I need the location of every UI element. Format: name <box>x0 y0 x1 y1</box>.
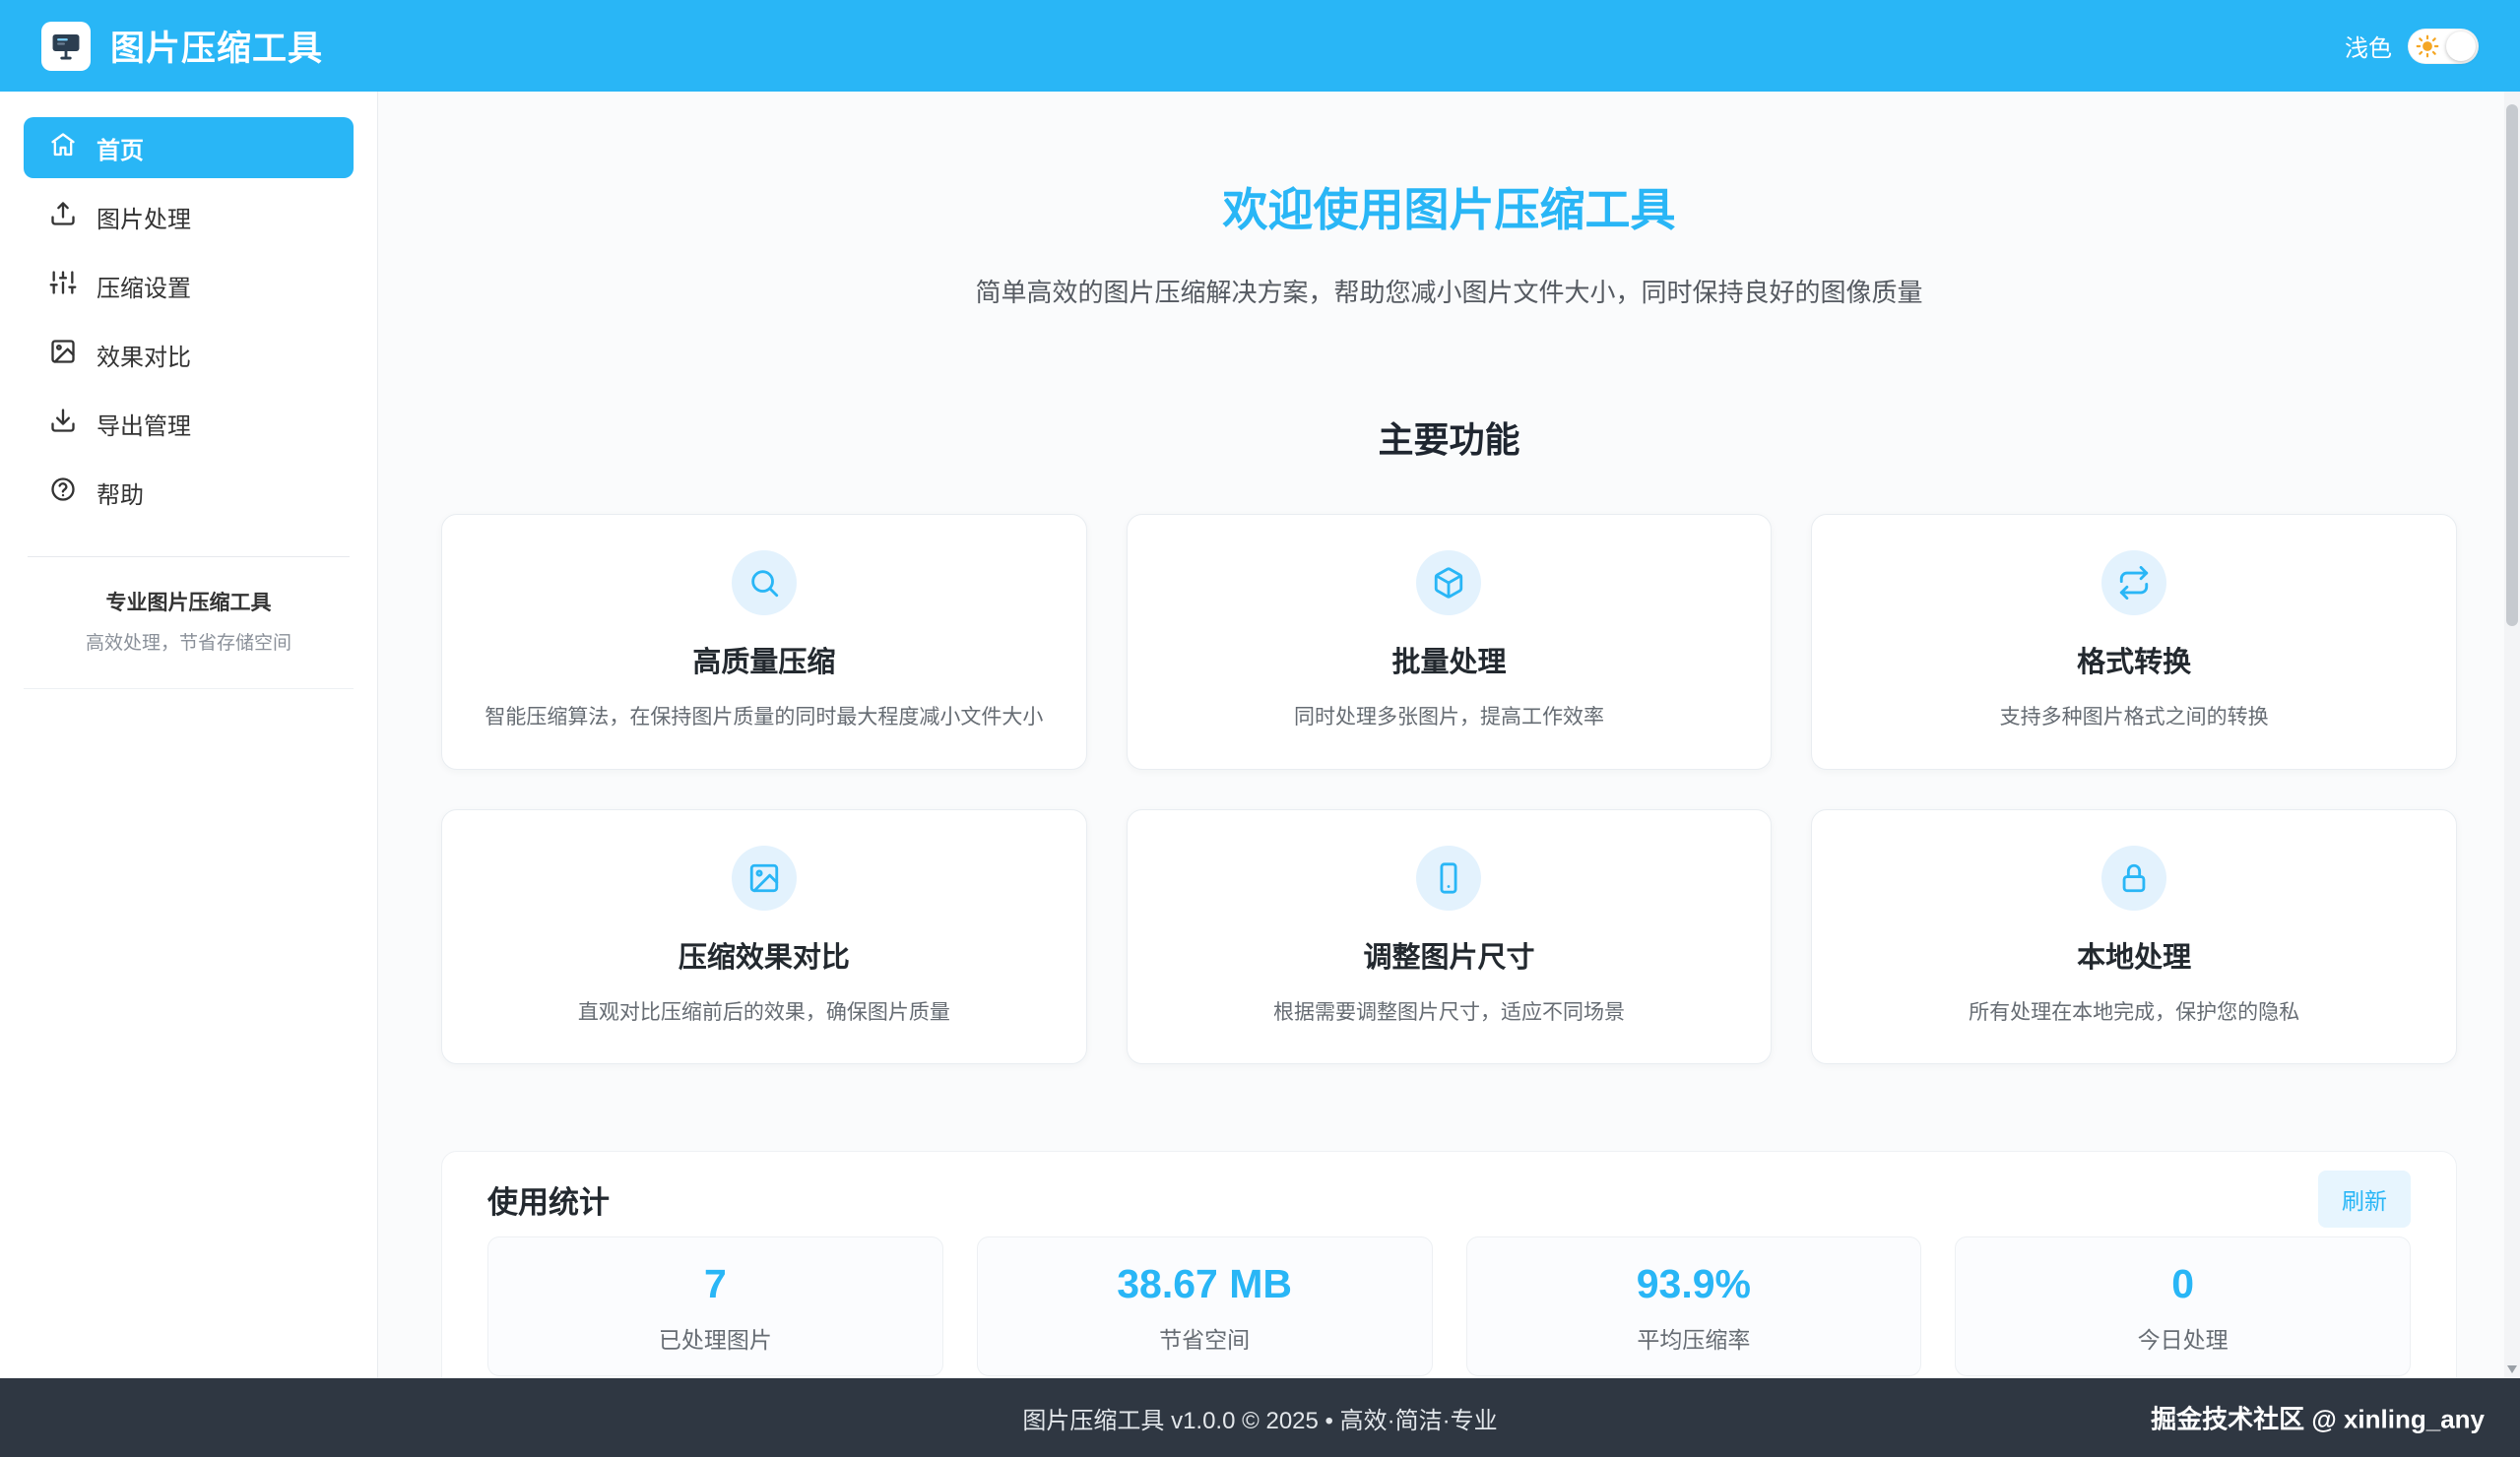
home-icon <box>49 131 77 165</box>
scrollbar-thumb[interactable] <box>2506 104 2518 626</box>
stats-header: 使用统计 刷新 <box>487 1175 2411 1223</box>
feature-title: 本地处理 <box>1845 934 2423 976</box>
sidebar-nav: 首页 图片处理 压缩设置 <box>24 117 354 523</box>
feature-card-batch: 批量处理 同时处理多张图片，提高工作效率 <box>1127 514 1773 770</box>
sidebar-item-label: 压缩设置 <box>97 269 191 303</box>
feature-card-high-quality: 高质量压缩 智能压缩算法，在保持图片质量的同时最大程度减小文件大小 <box>441 514 1087 770</box>
feature-desc: 所有处理在本地完成，保护您的隐私 <box>1845 997 2423 1029</box>
box-icon <box>1416 550 1481 615</box>
stat-value: 0 <box>1966 1261 2400 1307</box>
feature-desc: 同时处理多张图片，提高工作效率 <box>1161 702 1738 733</box>
download-icon <box>49 407 77 441</box>
sidebar-item-export-manage[interactable]: 导出管理 <box>24 393 354 454</box>
stats-grid: 7 已处理图片 38.67 MB 节省空间 93.9% 平均压缩率 0 今日处理 <box>487 1236 2411 1376</box>
header: 图片压缩工具 浅色 <box>0 0 2520 92</box>
refresh-button[interactable]: 刷新 <box>2318 1171 2411 1228</box>
image-icon <box>732 846 797 911</box>
sidebar-item-image-processing[interactable]: 图片处理 <box>24 186 354 247</box>
sidebar-info-subtitle: 高效处理，节省存储空间 <box>32 628 346 655</box>
feature-card-resize: 调整图片尺寸 根据需要调整图片尺寸，适应不同场景 <box>1127 809 1773 1065</box>
welcome-subtitle: 简单高效的图片压缩解决方案，帮助您减小图片文件大小，同时保持良好的图像质量 <box>441 273 2457 309</box>
footer-text: 图片压缩工具 v1.0.0 © 2025 • 高效·简洁·专业 <box>1022 1401 1497 1435</box>
sidebar-item-label: 导出管理 <box>97 407 191 441</box>
scrollbar-track[interactable] <box>2504 92 2520 1378</box>
stat-value: 93.9% <box>1477 1261 1911 1307</box>
stat-card-saved-space: 38.67 MB 节省空间 <box>977 1236 1433 1376</box>
main-content: 欢迎使用图片压缩工具 简单高效的图片压缩解决方案，帮助您减小图片文件大小，同时保… <box>378 92 2520 1378</box>
phone-icon <box>1416 846 1481 911</box>
sidebar-item-compression-settings[interactable]: 压缩设置 <box>24 255 354 316</box>
sun-icon <box>2415 33 2440 59</box>
lock-icon <box>2101 846 2166 911</box>
feature-desc: 支持多种图片格式之间的转换 <box>1845 702 2423 733</box>
stat-value: 7 <box>498 1261 933 1307</box>
stat-label: 节省空间 <box>988 1321 1422 1355</box>
stat-value: 38.67 MB <box>988 1261 1422 1307</box>
sidebar-item-effect-compare[interactable]: 效果对比 <box>24 324 354 385</box>
features-title: 主要功能 <box>441 412 2457 463</box>
body-row: 首页 图片处理 压缩设置 <box>0 92 2520 1378</box>
monitor-icon <box>41 22 91 71</box>
stat-card-processed: 7 已处理图片 <box>487 1236 943 1376</box>
footer-credit: 掘金技术社区 @ xinling_any <box>2151 1400 2485 1436</box>
search-icon <box>732 550 797 615</box>
scroll-down-arrow-icon[interactable] <box>2507 1365 2517 1373</box>
theme-label: 浅色 <box>2345 29 2392 63</box>
header-right: 浅色 <box>2345 29 2479 64</box>
feature-title: 调整图片尺寸 <box>1161 934 1738 976</box>
sidebar-item-label: 首页 <box>97 131 144 165</box>
stats-panel: 使用统计 刷新 7 已处理图片 38.67 MB 节省空间 93.9% 平均压缩… <box>441 1151 2457 1378</box>
stat-card-today: 0 今日处理 <box>1955 1236 2411 1376</box>
feature-title: 格式转换 <box>1845 639 2423 680</box>
feature-title: 高质量压缩 <box>476 639 1053 680</box>
sidebar-item-label: 图片处理 <box>97 200 191 234</box>
stat-card-avg-ratio: 93.9% 平均压缩率 <box>1466 1236 1922 1376</box>
feature-card-compare: 压缩效果对比 直观对比压缩前后的效果，确保图片质量 <box>441 809 1087 1065</box>
feature-card-local: 本地处理 所有处理在本地完成，保护您的隐私 <box>1811 809 2457 1065</box>
brand: 图片压缩工具 <box>41 21 323 71</box>
toggle-knob <box>2446 32 2476 61</box>
sidebar-item-home[interactable]: 首页 <box>24 117 354 178</box>
feature-title: 批量处理 <box>1161 639 1738 680</box>
stat-label: 平均压缩率 <box>1477 1321 1911 1355</box>
image-compare-icon <box>49 338 77 372</box>
app-title: 图片压缩工具 <box>110 21 323 71</box>
feature-title: 压缩效果对比 <box>476 934 1053 976</box>
stats-title: 使用统计 <box>487 1177 610 1222</box>
help-icon <box>49 475 77 510</box>
convert-icon <box>2101 550 2166 615</box>
feature-desc: 智能压缩算法，在保持图片质量的同时最大程度减小文件大小 <box>476 702 1053 733</box>
feature-desc: 根据需要调整图片尺寸，适应不同场景 <box>1161 997 1738 1029</box>
sidebar: 首页 图片处理 压缩设置 <box>0 92 378 1378</box>
sidebar-divider <box>28 556 350 557</box>
theme-toggle[interactable] <box>2408 29 2479 64</box>
stat-label: 今日处理 <box>1966 1321 2400 1355</box>
sliders-icon <box>49 269 77 303</box>
sidebar-item-help[interactable]: 帮助 <box>24 462 354 523</box>
stat-label: 已处理图片 <box>498 1321 933 1355</box>
features-grid: 高质量压缩 智能压缩算法，在保持图片质量的同时最大程度减小文件大小 批量处理 同… <box>441 514 2457 1064</box>
sidebar-info-title: 专业图片压缩工具 <box>32 587 346 616</box>
feature-desc: 直观对比压缩前后的效果，确保图片质量 <box>476 997 1053 1029</box>
welcome-title: 欢迎使用图片压缩工具 <box>441 174 2457 239</box>
feature-card-format-convert: 格式转换 支持多种图片格式之间的转换 <box>1811 514 2457 770</box>
upload-icon <box>49 200 77 234</box>
sidebar-item-label: 效果对比 <box>97 338 191 372</box>
sidebar-item-label: 帮助 <box>97 475 144 510</box>
sidebar-info: 专业图片压缩工具 高效处理，节省存储空间 <box>24 587 354 689</box>
app-window: 图片压缩工具 浅色 首页 <box>0 0 2520 1457</box>
footer: 图片压缩工具 v1.0.0 © 2025 • 高效·简洁·专业 掘金技术社区 @… <box>0 1378 2520 1457</box>
